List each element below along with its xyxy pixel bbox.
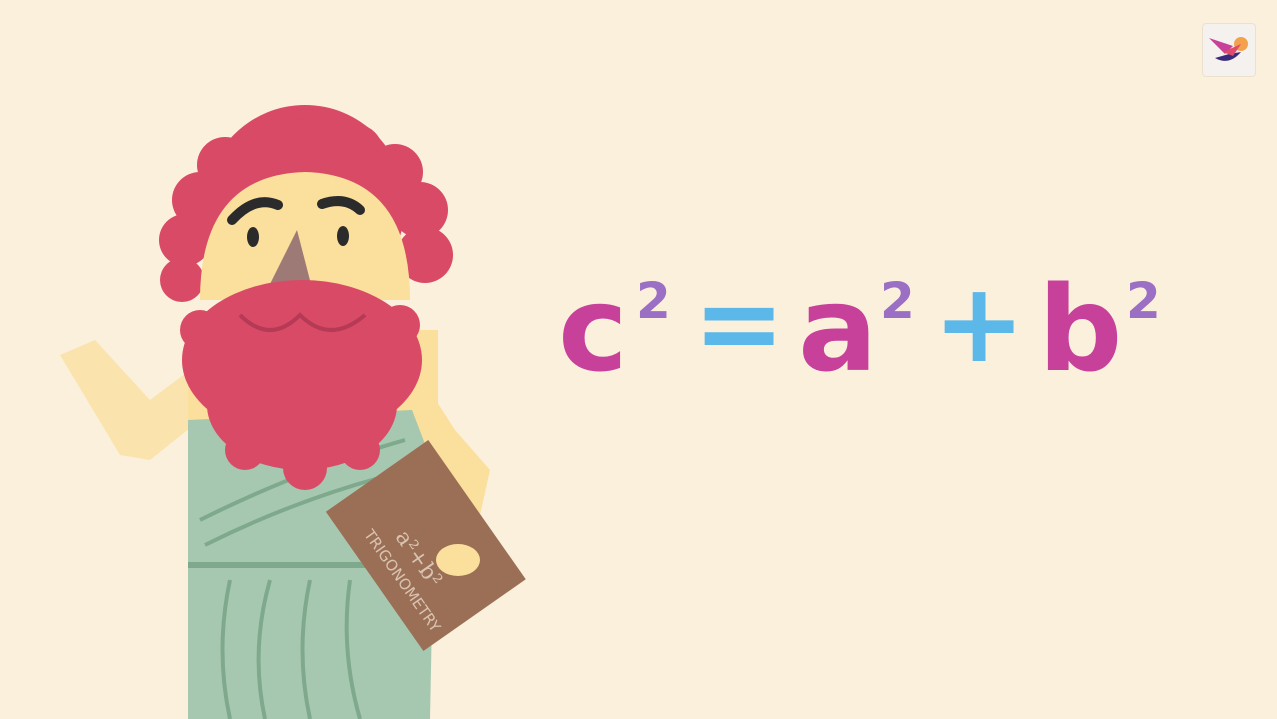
scene: TRIGONOMETRY a²+b² c 2 = a 2 + b 2 — [0, 0, 1277, 719]
exponent-c: 2 — [636, 272, 671, 330]
plus-sign: + — [933, 259, 1026, 387]
pythagoras-figure: TRIGONOMETRY a²+b² — [60, 105, 526, 719]
hand — [436, 544, 480, 576]
raised-arm — [60, 340, 200, 460]
variable-c: c — [558, 260, 628, 398]
equals-sign: = — [693, 259, 786, 387]
exponent-a: 2 — [880, 272, 915, 330]
variable-b: b — [1038, 260, 1123, 398]
variable-a: a — [798, 260, 878, 398]
pythagorean-equation: c 2 = a 2 + b 2 — [558, 259, 1198, 430]
left-eye — [247, 227, 259, 247]
right-eye — [337, 226, 349, 246]
exponent-b: 2 — [1126, 272, 1161, 330]
bird-logo-icon[interactable] — [1203, 24, 1255, 76]
